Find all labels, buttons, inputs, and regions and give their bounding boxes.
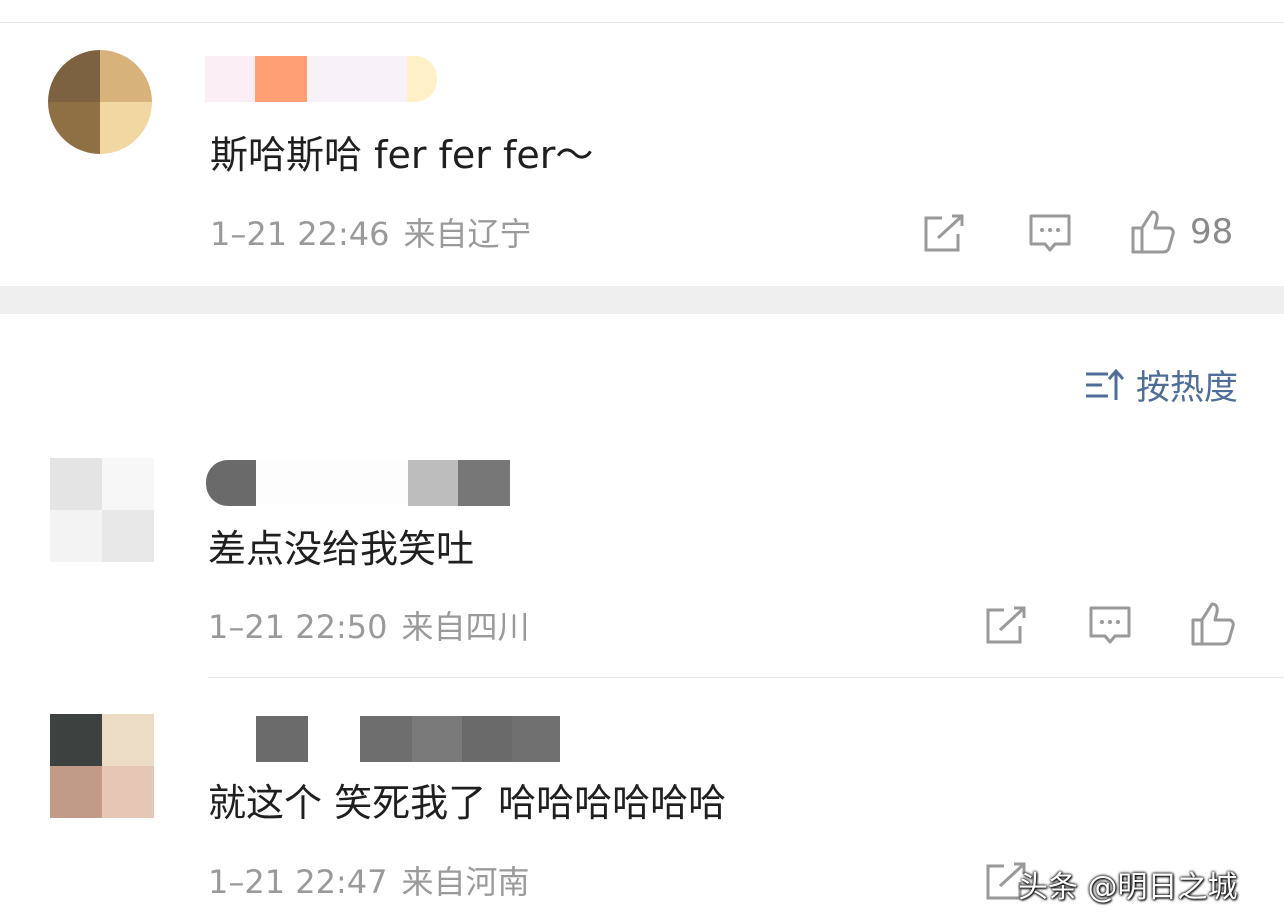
comment-location: 来自四川: [401, 608, 530, 646]
sort-button[interactable]: 按热度: [1084, 360, 1238, 409]
share-icon: [986, 606, 1026, 644]
reply-button[interactable]: [1088, 604, 1132, 648]
avatar[interactable]: [50, 714, 154, 818]
comment-meta: 1–21 22:50 来自四川: [208, 607, 543, 647]
like-button[interactable]: 98: [1130, 208, 1233, 256]
comment-time: 1–21 22:46: [210, 215, 390, 253]
comment-text: 就这个 笑死我了 哈哈哈哈哈哈: [208, 781, 727, 825]
avatar[interactable]: [50, 458, 154, 562]
comment-divider: [208, 677, 1284, 678]
sort-icon: [1086, 368, 1124, 400]
sort-label: 按热度: [1136, 368, 1238, 408]
comment-location: 来自河南: [401, 863, 530, 901]
share-button[interactable]: [922, 214, 966, 254]
comment-icon: [1089, 606, 1131, 644]
username-redacted[interactable]: [206, 716, 560, 762]
comment-meta: 1–21 22:47 来自河南: [208, 862, 543, 902]
comment-time: 1–21 22:50: [208, 608, 388, 646]
comment-location: 来自辽宁: [403, 215, 532, 253]
comment-text: 斯哈斯哈 fer fer fer～: [210, 133, 594, 177]
avatar[interactable]: [48, 50, 152, 154]
username-redacted[interactable]: [205, 56, 437, 102]
watermark: 头条 @明日之城: [1018, 870, 1238, 905]
share-icon: [924, 214, 964, 252]
share-button[interactable]: [984, 606, 1028, 646]
comment-meta: 1–21 22:46 来自辽宁: [210, 214, 545, 254]
section-divider: [0, 286, 1284, 314]
like-icon: [1191, 602, 1235, 646]
top-divider: [0, 22, 1284, 23]
reply-button[interactable]: [1028, 212, 1072, 256]
comment-icon: [1029, 214, 1071, 252]
comment-text: 差点没给我笑吐: [208, 527, 475, 571]
comment-time: 1–21 22:47: [208, 863, 388, 901]
like-icon: [1131, 210, 1175, 254]
like-button[interactable]: [1190, 600, 1250, 648]
like-count: 98: [1190, 212, 1234, 252]
username-redacted[interactable]: [206, 460, 510, 506]
